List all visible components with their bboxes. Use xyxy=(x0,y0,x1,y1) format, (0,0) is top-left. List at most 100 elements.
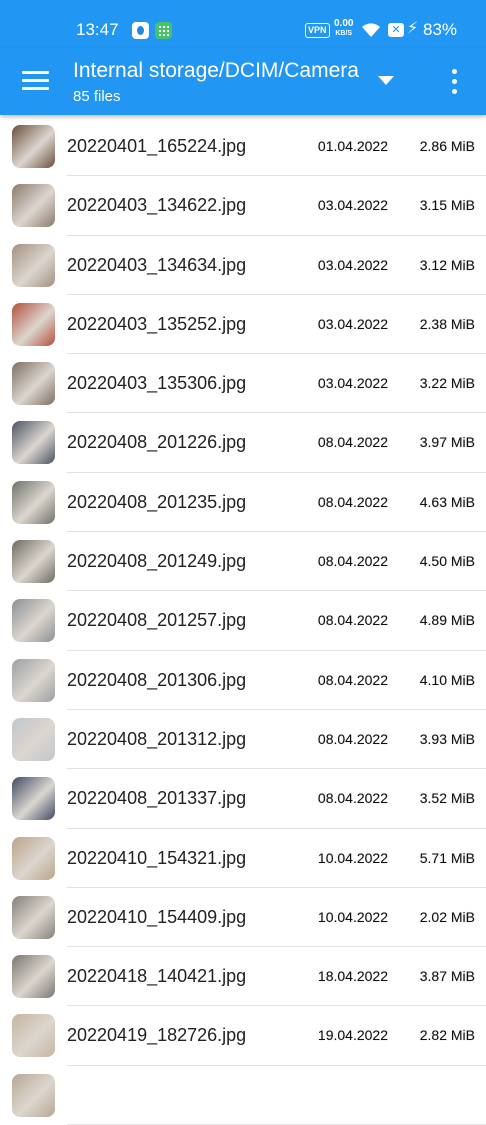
thumbnail-image xyxy=(12,599,55,643)
file-date: 03.04.2022 xyxy=(317,315,388,332)
file-row[interactable]: 20220403_135306.jpg 03.04.2022 3.22 MiB xyxy=(0,354,486,414)
file-date: 03.04.2022 xyxy=(317,375,388,392)
file-date: 01.04.2022 xyxy=(317,138,388,154)
file-date: 19.04.2022 xyxy=(317,1027,388,1044)
file-size: 3.52 MiB xyxy=(419,790,475,807)
file-name: 20220408_201235.jpg xyxy=(67,491,247,512)
file-date: 10.04.2022 xyxy=(317,908,388,925)
file-size: 3.12 MiB xyxy=(419,256,475,273)
thumbnail-image xyxy=(12,125,55,168)
file-row[interactable]: 20220408_201337.jpg 08.04.2022 3.52 MiB xyxy=(0,769,486,829)
file-date: 08.04.2022 xyxy=(317,553,388,570)
file-name: 20220419_182726.jpg xyxy=(67,1025,247,1046)
thumbnail-image xyxy=(12,836,55,880)
file-date: 08.04.2022 xyxy=(317,730,388,747)
file-row[interactable] xyxy=(0,1066,486,1125)
file-size: 2.82 MiB xyxy=(419,1027,475,1044)
thumbnail-image xyxy=(12,895,55,939)
thumbnail-image xyxy=(12,243,55,287)
thumbnail-image xyxy=(12,184,55,228)
triangle-down-icon[interactable] xyxy=(378,76,394,85)
file-date: 03.04.2022 xyxy=(317,256,388,273)
file-date: 08.04.2022 xyxy=(317,671,388,688)
status-bar: 13:47 VPN 0.00 KB/S ✕ ⚡ 83% xyxy=(0,0,486,48)
thumbnail-image xyxy=(12,362,55,406)
file-name: 20220408_201249.jpg xyxy=(67,551,247,572)
network-speed: 0.00 KB/S xyxy=(334,19,353,39)
file-row[interactable]: 20220401_165224.jpg 01.04.2022 2.86 MiB xyxy=(0,117,486,177)
file-row[interactable]: 20220403_135252.jpg 03.04.2022 2.38 MiB xyxy=(0,295,486,355)
file-name: 20220418_140421.jpg xyxy=(67,966,247,987)
file-row[interactable]: 20220408_201312.jpg 08.04.2022 3.93 MiB xyxy=(0,710,486,770)
thumbnail-image xyxy=(12,658,55,702)
hamburger-menu-icon[interactable] xyxy=(16,66,54,96)
file-row[interactable]: 20220419_182726.jpg 19.04.2022 2.82 MiB xyxy=(0,1006,486,1066)
app-icon xyxy=(132,22,149,39)
thumbnail-image xyxy=(12,1073,55,1117)
app-bar: Internal storage/DCIM/Camera 85 files xyxy=(0,48,486,115)
vpn-icon: VPN xyxy=(305,23,330,38)
battery-level: 83% xyxy=(423,20,458,39)
file-name: 20220408_201337.jpg xyxy=(67,788,247,809)
speed-value: 0.00 xyxy=(334,18,354,29)
thumbnail-image xyxy=(12,955,55,999)
file-row[interactable]: 20220408_201226.jpg 08.04.2022 3.97 MiB xyxy=(0,413,486,473)
file-size: 3.97 MiB xyxy=(419,434,475,451)
file-date: 08.04.2022 xyxy=(317,434,388,451)
file-name: 20220403_135306.jpg xyxy=(67,373,247,394)
file-date: 08.04.2022 xyxy=(317,612,388,629)
file-row[interactable]: 20220408_201306.jpg 08.04.2022 4.10 MiB xyxy=(0,651,486,710)
speed-unit: KB/S xyxy=(335,30,353,37)
file-size: 3.93 MiB xyxy=(419,730,475,747)
file-date: 08.04.2022 xyxy=(317,790,388,807)
file-name: 20220408_201226.jpg xyxy=(67,432,247,453)
file-size: 4.89 MiB xyxy=(419,612,475,629)
file-row[interactable]: 20220410_154409.jpg 10.04.2022 2.02 MiB xyxy=(0,888,486,948)
file-row[interactable]: 20220408_201249.jpg 08.04.2022 4.50 MiB xyxy=(0,532,486,592)
file-count: 85 files xyxy=(73,88,121,105)
file-size: 3.87 MiB xyxy=(419,968,475,985)
file-row[interactable]: 20220410_154321.jpg 10.04.2022 5.71 MiB xyxy=(0,829,486,888)
file-name: 20220410_154321.jpg xyxy=(67,847,247,868)
file-size: 2.38 MiB xyxy=(419,315,475,332)
file-size: 3.15 MiB xyxy=(419,197,475,214)
thumbnail-image xyxy=(12,717,55,761)
file-name: 20220410_154409.jpg xyxy=(67,906,247,927)
thumbnail-image xyxy=(12,777,55,821)
thumbnail-image xyxy=(12,302,55,346)
charging-icon: ⚡ xyxy=(407,20,419,37)
grid-app-icon xyxy=(155,22,172,39)
status-time: 13:47 xyxy=(76,20,119,39)
file-size: 2.02 MiB xyxy=(419,908,475,925)
file-name: 20220401_165224.jpg xyxy=(67,136,247,156)
thumbnail-image xyxy=(12,421,55,465)
file-date: 08.04.2022 xyxy=(317,493,388,510)
path-title[interactable]: Internal storage/DCIM/Camera xyxy=(73,59,359,83)
file-row[interactable]: 20220403_134634.jpg 03.04.2022 3.12 MiB xyxy=(0,236,486,295)
file-name: 20220408_201312.jpg xyxy=(67,728,247,749)
file-list: 20220401_165224.jpg 01.04.2022 2.86 MiB 202… xyxy=(0,117,486,1125)
file-size: 4.63 MiB xyxy=(419,493,475,510)
file-name: 20220408_201257.jpg xyxy=(67,610,247,631)
file-row[interactable]: 20220408_201257.jpg 08.04.2022 4.89 MiB xyxy=(0,591,486,651)
thumbnail-image xyxy=(12,540,55,584)
thumbnail-image xyxy=(12,480,55,524)
file-row[interactable]: 20220418_140421.jpg 18.04.2022 3.87 MiB xyxy=(0,947,486,1007)
file-name: 20220403_135252.jpg xyxy=(67,313,247,334)
file-size: 4.50 MiB xyxy=(419,553,475,570)
wifi-icon xyxy=(362,23,380,37)
file-name: 20220403_134634.jpg xyxy=(67,254,247,275)
thumbnail-image xyxy=(12,1014,55,1058)
close-box-icon: ✕ xyxy=(388,23,404,37)
file-date: 18.04.2022 xyxy=(317,968,388,985)
file-size: 2.86 MiB xyxy=(419,138,475,154)
file-date: 10.04.2022 xyxy=(317,849,388,866)
file-name: 20220408_201306.jpg xyxy=(67,669,247,690)
file-date: 03.04.2022 xyxy=(317,197,388,214)
more-vert-icon[interactable] xyxy=(442,66,466,98)
file-size: 5.71 MiB xyxy=(419,849,475,866)
file-row[interactable]: 20220408_201235.jpg 08.04.2022 4.63 MiB xyxy=(0,473,486,533)
file-name: 20220403_134622.jpg xyxy=(67,195,247,216)
file-row[interactable]: 20220403_134622.jpg 03.04.2022 3.15 MiB xyxy=(0,176,486,236)
file-size: 3.22 MiB xyxy=(419,375,475,392)
